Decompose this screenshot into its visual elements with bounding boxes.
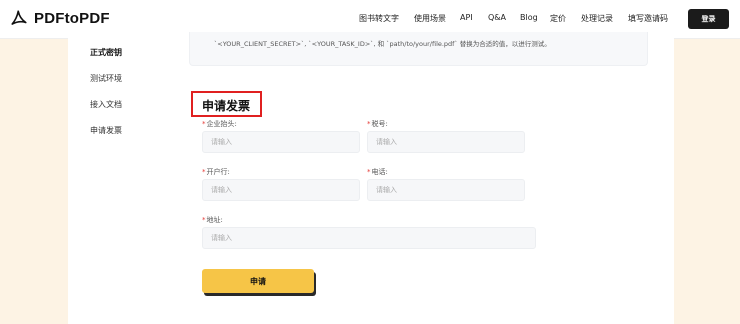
company-placeholder: 请输入 (211, 138, 232, 146)
address-placeholder: 请输入 (211, 234, 232, 242)
tax-id-input[interactable]: 请输入 (367, 131, 525, 153)
apply-button[interactable]: 申请 (202, 269, 314, 293)
address-label: *地址: (202, 215, 223, 225)
required-mark: * (202, 168, 206, 176)
nav-item-book-to-text[interactable]: 图书转文字 (359, 13, 399, 24)
tax-id-label-text: 税号: (371, 120, 388, 128)
required-mark: * (202, 216, 206, 224)
address-input[interactable]: 请输入 (202, 227, 536, 249)
tax-id-label: *税号: (367, 119, 388, 129)
required-mark: * (367, 168, 371, 176)
sidebar-item-official-key[interactable]: 正式密钥 (90, 47, 122, 58)
company-input[interactable]: 请输入 (202, 131, 360, 153)
nav-item-blog[interactable]: Blog (520, 13, 538, 22)
nav-item-api[interactable]: API (460, 13, 473, 22)
brand-logo[interactable]: PDFtoPDF (10, 9, 110, 27)
required-mark: * (367, 120, 371, 128)
nav-item-use-cases[interactable]: 使用场景 (414, 13, 446, 24)
brand-name: PDFtoPDF (34, 9, 110, 27)
acrobat-logo-icon (11, 10, 27, 25)
phone-input[interactable]: 请输入 (367, 179, 525, 201)
phone-placeholder: 请输入 (376, 186, 397, 194)
code-instruction-text: `<YOUR_CLIENT_SECRET>`, `<YOUR_TASK_ID>`… (214, 40, 551, 48)
company-label-text: 企业抬头: (206, 120, 237, 128)
bank-placeholder: 请输入 (211, 186, 232, 194)
nav-item-history[interactable]: 处理记录 (581, 13, 613, 24)
sidebar-item-apply-invoice[interactable]: 申请发票 (90, 125, 122, 136)
address-label-text: 地址: (206, 216, 223, 224)
highlight-box (191, 91, 262, 117)
sidebar-item-test-environment[interactable]: 测试环境 (90, 73, 122, 84)
nav-item-invite-code[interactable]: 填写邀请码 (628, 13, 668, 24)
phone-label: *电话: (367, 167, 388, 177)
nav-item-qa[interactable]: Q&A (488, 13, 506, 22)
tax-id-placeholder: 请输入 (376, 138, 397, 146)
bank-label: *开户行: (202, 167, 230, 177)
code-snippet-box: `<YOUR_CLIENT_SECRET>`, `<YOUR_TASK_ID>`… (189, 32, 648, 66)
nav-item-pricing[interactable]: 定价 (550, 13, 566, 24)
required-mark: * (202, 120, 206, 128)
bank-label-text: 开户行: (206, 168, 230, 176)
company-label: *企业抬头: (202, 119, 237, 129)
phone-label-text: 电话: (371, 168, 388, 176)
sidebar-item-integration-docs[interactable]: 接入文档 (90, 99, 122, 110)
bank-input[interactable]: 请输入 (202, 179, 360, 201)
login-button[interactable]: 登录 (688, 9, 729, 29)
